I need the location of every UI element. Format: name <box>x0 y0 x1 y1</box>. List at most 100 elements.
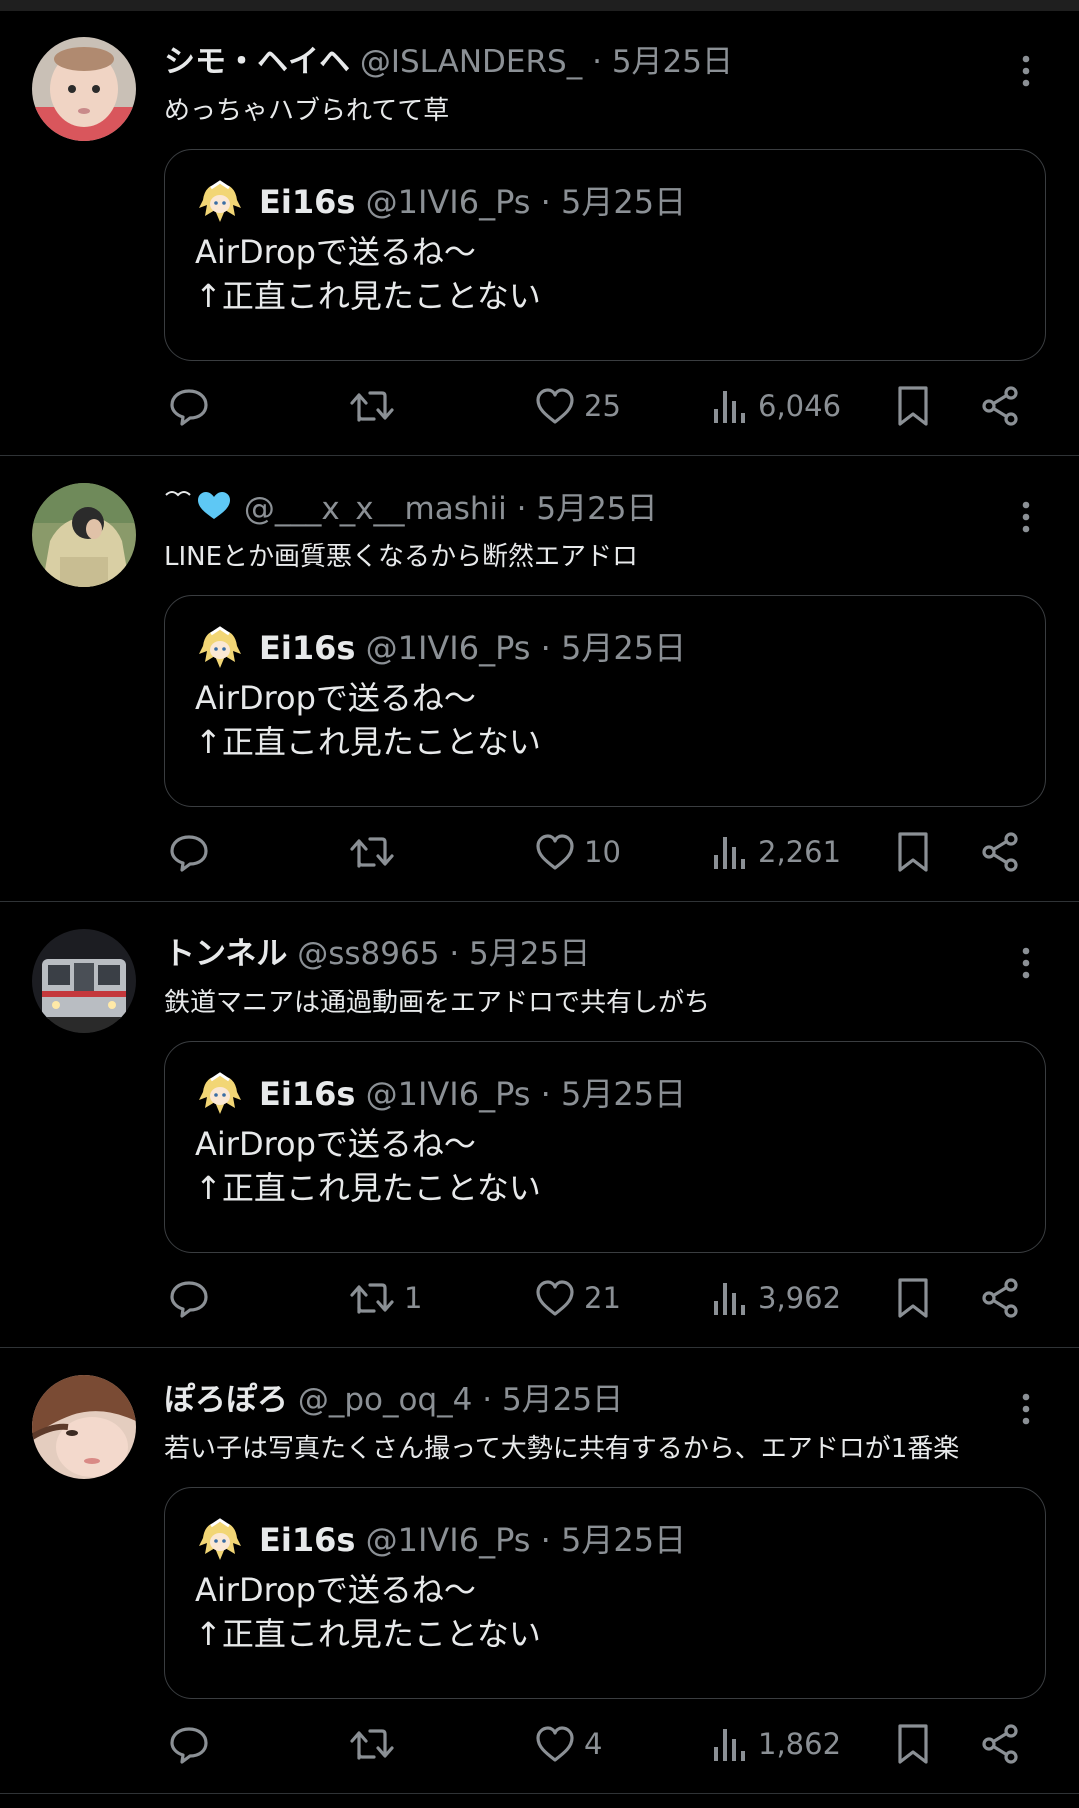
quoted-post-date[interactable]: 5月25日 <box>561 1521 686 1559</box>
quoted-user-handle[interactable]: @1IVI6_Ps <box>366 1521 531 1559</box>
bookmark-button[interactable] <box>894 822 932 882</box>
post-date[interactable]: 5月25日 <box>612 44 733 80</box>
bookmark-button[interactable] <box>894 376 932 436</box>
tweet-2[interactable]: @___x_x__mashii · 5月25日 LINEとか画質悪くなるから断然… <box>0 457 1079 902</box>
share-button[interactable] <box>980 822 1022 882</box>
avatar[interactable] <box>32 37 136 141</box>
like-button[interactable]: 21 <box>534 1268 621 1328</box>
retweet-icon <box>348 1277 396 1319</box>
quoted-avatar[interactable] <box>195 1070 245 1120</box>
reply-icon <box>168 1723 210 1765</box>
quoted-tweet[interactable]: Ei16s @1IVI6_Ps · 5月25日 AirDropで送るね〜 ↑正直… <box>164 1041 1046 1253</box>
quoted-separator-dot: · <box>540 1075 551 1113</box>
tweet-1[interactable]: シモ・ヘイヘ @ISLANDERS_ · 5月25日 めっちゃハブられてて草 E… <box>0 11 1079 456</box>
bar-chart-icon <box>710 1277 750 1319</box>
views-button[interactable]: 1,862 <box>710 1714 841 1774</box>
display-name[interactable]: ぽろぽろ <box>164 1382 288 1418</box>
display-name[interactable]: シモ・ヘイヘ <box>164 44 350 80</box>
quoted-post-date[interactable]: 5月25日 <box>561 183 686 221</box>
quoted-display-name[interactable]: Ei16s <box>259 1521 355 1559</box>
avatar[interactable] <box>32 929 136 1033</box>
tweet-text: めっちゃハブられてて草 <box>164 96 450 126</box>
bookmark-icon <box>894 1722 932 1766</box>
quoted-user-handle[interactable]: @1IVI6_Ps <box>366 629 531 667</box>
quoted-post-date[interactable]: 5月25日 <box>561 629 686 667</box>
more-options-icon[interactable] <box>1012 943 1040 983</box>
share-button[interactable] <box>980 1268 1022 1328</box>
quoted-display-name[interactable]: Ei16s <box>259 1075 355 1113</box>
heart-icon <box>534 831 576 873</box>
top-divider <box>0 0 1079 11</box>
quoted-avatar[interactable] <box>195 624 245 674</box>
avatar[interactable] <box>32 1375 136 1479</box>
reply-icon <box>168 385 210 427</box>
bookmark-button[interactable] <box>894 1714 932 1774</box>
views-button[interactable]: 3,962 <box>710 1268 841 1328</box>
view-count: 1,862 <box>758 1727 842 1761</box>
reply-button[interactable] <box>168 1268 218 1328</box>
quoted-tweet[interactable]: Ei16s @1IVI6_Ps · 5月25日 AirDropで送るね〜 ↑正直… <box>164 595 1046 807</box>
quoted-post-date[interactable]: 5月25日 <box>561 1075 686 1113</box>
like-button[interactable]: 10 <box>534 822 621 882</box>
share-button[interactable] <box>980 376 1022 436</box>
views-button[interactable]: 6,046 <box>710 376 841 436</box>
quoted-user-handle[interactable]: @1IVI6_Ps <box>366 183 531 221</box>
like-count: 21 <box>584 1281 621 1315</box>
quoted-avatar[interactable] <box>195 178 245 228</box>
tweet-header: トンネル @ss8965 · 5月25日 <box>164 931 590 977</box>
user-handle[interactable]: @ISLANDERS_ <box>360 44 582 80</box>
views-button[interactable]: 2,261 <box>710 822 841 882</box>
quoted-text-line-2: ↑正直これ見たことない <box>195 723 541 761</box>
like-button[interactable]: 25 <box>534 376 621 436</box>
action-bar: 1 21 3,962 <box>0 1268 1079 1328</box>
retweet-icon <box>348 385 396 427</box>
quoted-tweet[interactable]: Ei16s @1IVI6_Ps · 5月25日 AirDropで送るね〜 ↑正直… <box>164 1487 1046 1699</box>
user-handle[interactable]: @_po_oq_4 <box>298 1382 473 1418</box>
bookmark-icon <box>894 830 932 874</box>
retweet-button[interactable]: 1 <box>348 1268 422 1328</box>
quoted-display-name[interactable]: Ei16s <box>259 629 355 667</box>
avatar[interactable] <box>32 483 136 587</box>
separator-dot: · <box>516 491 527 527</box>
quoted-text-line-1: AirDropで送るね〜 <box>195 1125 476 1163</box>
like-button[interactable]: 4 <box>534 1714 602 1774</box>
action-bar: 4 1,862 <box>0 1714 1079 1774</box>
quoted-user-handle[interactable]: @1IVI6_Ps <box>366 1075 531 1113</box>
reply-button[interactable] <box>168 1714 218 1774</box>
retweet-icon <box>348 831 396 873</box>
more-options-icon[interactable] <box>1012 1389 1040 1429</box>
bookmark-button[interactable] <box>894 1268 932 1328</box>
retweet-button[interactable] <box>348 822 404 882</box>
separator-dot: · <box>482 1382 493 1418</box>
tweet-text: 若い子は写真たくさん撮って大勢に共有するから、エアドロが1番楽 <box>164 1434 960 1464</box>
more-options-icon[interactable] <box>1012 497 1040 537</box>
user-handle[interactable]: @ss8965 <box>297 936 439 972</box>
display-name[interactable]: トンネル <box>164 936 287 972</box>
quoted-avatar[interactable] <box>195 1516 245 1566</box>
view-count: 2,261 <box>758 835 842 869</box>
retweet-button[interactable] <box>348 1714 404 1774</box>
share-icon <box>980 1723 1022 1765</box>
more-options-icon[interactable] <box>1012 51 1040 91</box>
user-handle[interactable]: @___x_x__mashii <box>244 491 507 527</box>
share-button[interactable] <box>980 1714 1022 1774</box>
tweet-divider <box>0 455 1079 456</box>
quoted-display-name[interactable]: Ei16s <box>259 183 355 221</box>
post-date[interactable]: 5月25日 <box>469 936 590 972</box>
separator-dot: · <box>449 936 460 972</box>
reply-button[interactable] <box>168 822 218 882</box>
post-date[interactable]: 5月25日 <box>502 1382 623 1418</box>
quoted-tweet[interactable]: Ei16s @1IVI6_Ps · 5月25日 AirDropで送るね〜 ↑正直… <box>164 149 1046 361</box>
quoted-separator-dot: · <box>540 1521 551 1559</box>
bookmark-icon <box>894 1276 932 1320</box>
tweet-3[interactable]: トンネル @ss8965 · 5月25日 鉄道マニアは通過動画をエアドロで共有し… <box>0 903 1079 1348</box>
tweet-text: 鉄道マニアは通過動画をエアドロで共有しがち <box>164 988 711 1018</box>
view-count: 3,962 <box>758 1281 842 1315</box>
quoted-text-line-2: ↑正直これ見たことない <box>195 1169 541 1207</box>
retweet-button[interactable] <box>348 376 404 436</box>
retweet-count: 1 <box>404 1281 423 1315</box>
reply-button[interactable] <box>168 376 218 436</box>
post-date[interactable]: 5月25日 <box>536 491 657 527</box>
action-bar: 25 6,046 <box>0 376 1079 436</box>
tweet-4[interactable]: ぽろぽろ @_po_oq_4 · 5月25日 若い子は写真たくさん撮って大勢に共… <box>0 1349 1079 1794</box>
